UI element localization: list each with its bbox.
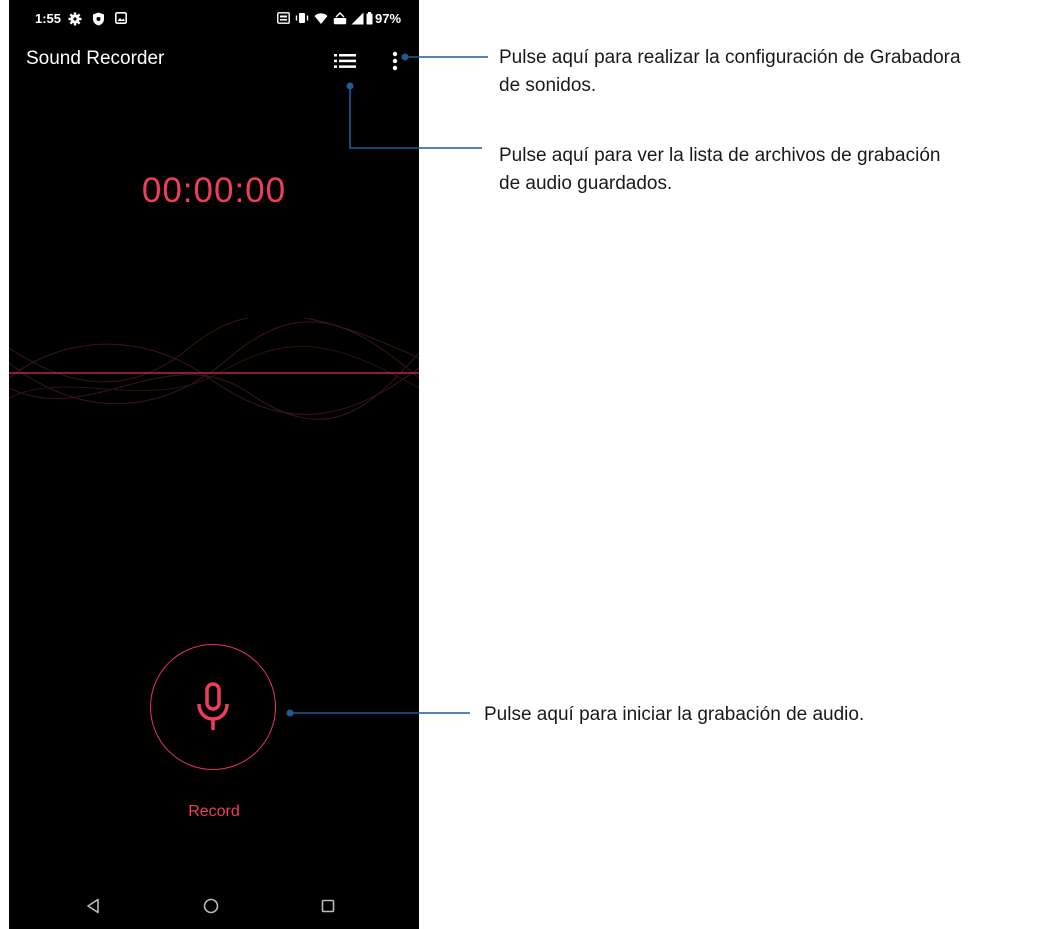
list-callout-line1: Pulse aquí para ver la lista de archivos… (499, 145, 941, 166)
nav-recents-button[interactable] (310, 891, 346, 921)
vibrate-icon (295, 13, 309, 23)
wifi-icon (314, 13, 328, 24)
image-icon (115, 12, 127, 24)
more-options-button[interactable] (380, 46, 410, 76)
record-label: Record (188, 803, 240, 820)
app-title: Sound Recorder (26, 48, 165, 69)
status-time: 1:55 (35, 11, 62, 26)
record-button[interactable] (150, 644, 276, 770)
battery-icon (366, 12, 373, 25)
settings-callout-line1: Pulse aquí para realizar la configuració… (499, 47, 961, 68)
recents-icon (321, 899, 335, 913)
record-callout: Pulse aquí para iniciar la grabación de … (484, 701, 864, 729)
list-callout: Pulse aquí para ver la lista de archivos… (499, 142, 940, 198)
signal-icon (351, 12, 364, 25)
microphone-icon (197, 682, 229, 730)
record-callout-text: Pulse aquí para iniciar la grabación de … (484, 704, 865, 725)
battery-percent: 97% (375, 11, 402, 26)
more-vertical-icon (392, 51, 398, 71)
list-callout-line2: de audio guardados. (499, 173, 673, 194)
back-icon (87, 898, 99, 914)
list-icon (334, 54, 356, 68)
nav-home-button[interactable] (193, 891, 229, 921)
status-bar: 1:55 97% (9, 0, 419, 40)
waveform (9, 318, 419, 420)
nav-back-button[interactable] (75, 891, 111, 921)
phone-screen: 1:55 97% Sound Recorder 00:00:00 Record (9, 0, 419, 929)
settings-callout: Pulse aquí para realizar la configuració… (499, 44, 961, 100)
shield-icon (93, 12, 104, 26)
recordings-list-button[interactable] (330, 46, 360, 76)
sim-icon (277, 12, 290, 24)
settings-callout-line2: de sonidos. (499, 75, 597, 96)
recording-timer: 00:00:00 (141, 171, 287, 210)
volte-icon (333, 12, 347, 25)
home-icon (203, 898, 219, 914)
gear-icon (68, 12, 82, 26)
